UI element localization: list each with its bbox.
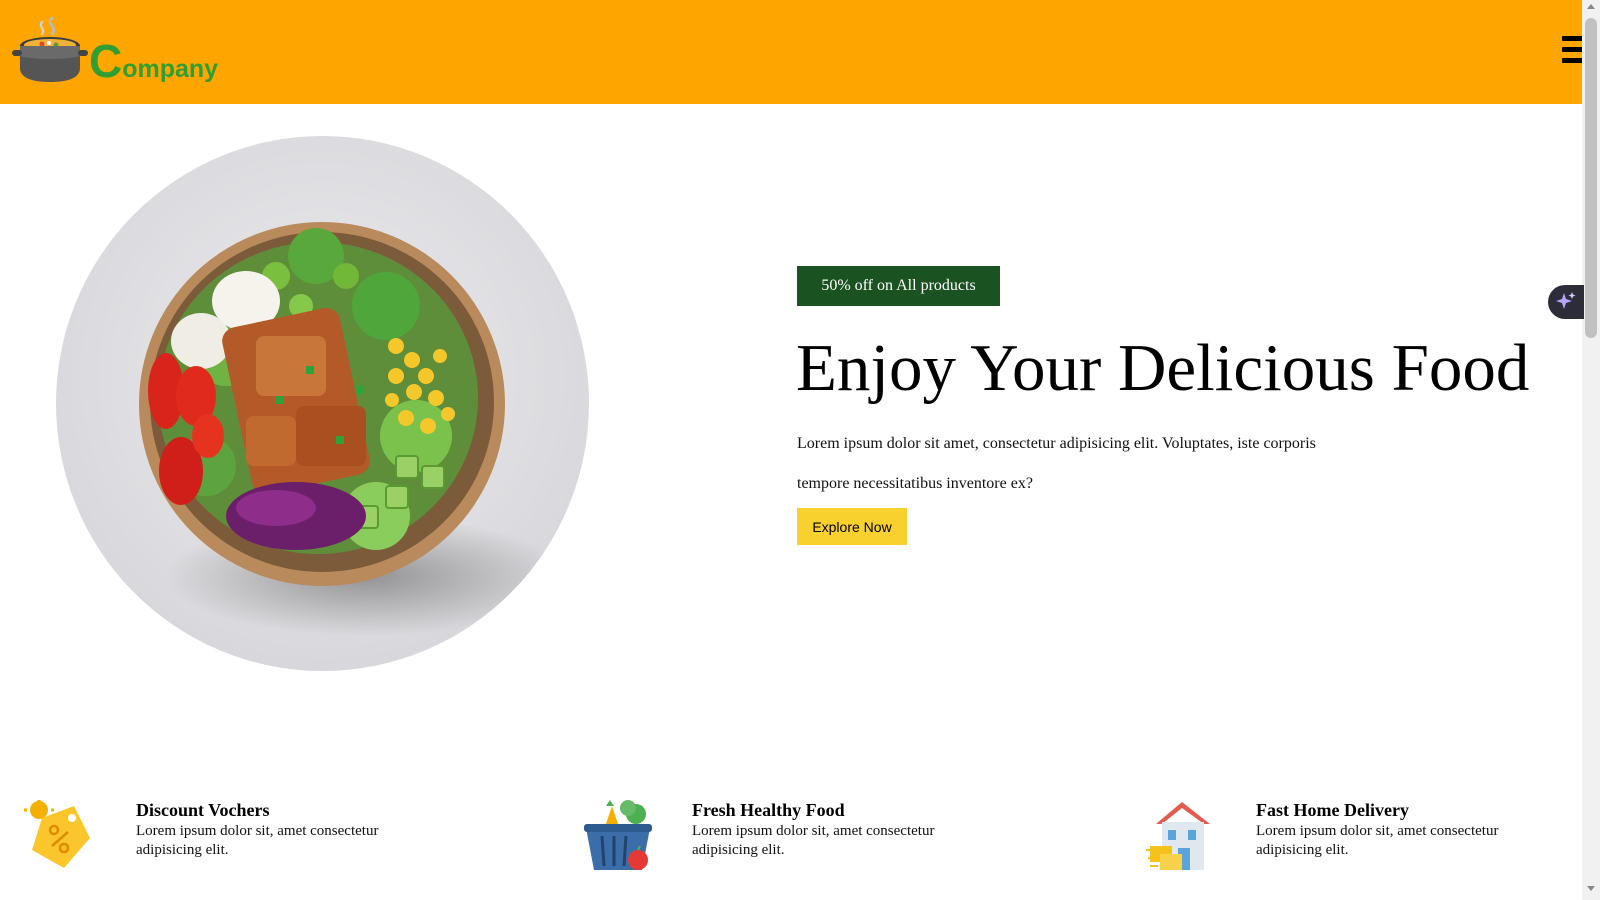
cooking-pot-icon bbox=[12, 16, 88, 84]
company-wordmark: Company bbox=[89, 35, 219, 87]
scrollbar-thumb[interactable] bbox=[1585, 18, 1597, 338]
grocery-basket-icon bbox=[584, 800, 654, 879]
promo-badge: 50% off on All products bbox=[797, 266, 1000, 306]
scroll-down-arrow-icon[interactable] bbox=[1587, 886, 1595, 891]
feature-description: Lorem ipsum dolor sit, amet consectetur … bbox=[692, 823, 935, 858]
explore-now-button[interactable]: Explore Now bbox=[797, 508, 907, 545]
feature-description: Lorem ipsum dolor sit, amet consectetur … bbox=[1256, 823, 1499, 858]
hamburger-menu-icon[interactable] bbox=[1562, 36, 1584, 66]
scroll-up-arrow-icon[interactable] bbox=[1587, 4, 1595, 9]
sparkle-icon[interactable] bbox=[1548, 285, 1584, 319]
feature-title: Fresh Healthy Food bbox=[692, 800, 845, 820]
company-logo[interactable]: Company bbox=[12, 16, 218, 84]
hero-description: Lorem ipsum dolor sit amet, consectetur … bbox=[797, 435, 1316, 492]
feature-description: Lorem ipsum dolor sit, amet consectetur … bbox=[136, 823, 379, 858]
hero-salad-bowl-image bbox=[56, 136, 589, 671]
page-scrollbar[interactable] bbox=[1582, 0, 1600, 900]
site-header: Company bbox=[0, 0, 1584, 104]
feature-title: Fast Home Delivery bbox=[1256, 800, 1409, 820]
feature-title: Discount Vochers bbox=[136, 800, 270, 820]
delivery-house-icon bbox=[1146, 800, 1216, 877]
discount-tag-icon bbox=[24, 798, 94, 875]
hero-title: Enjoy Your Delicious Food bbox=[796, 331, 1530, 405]
